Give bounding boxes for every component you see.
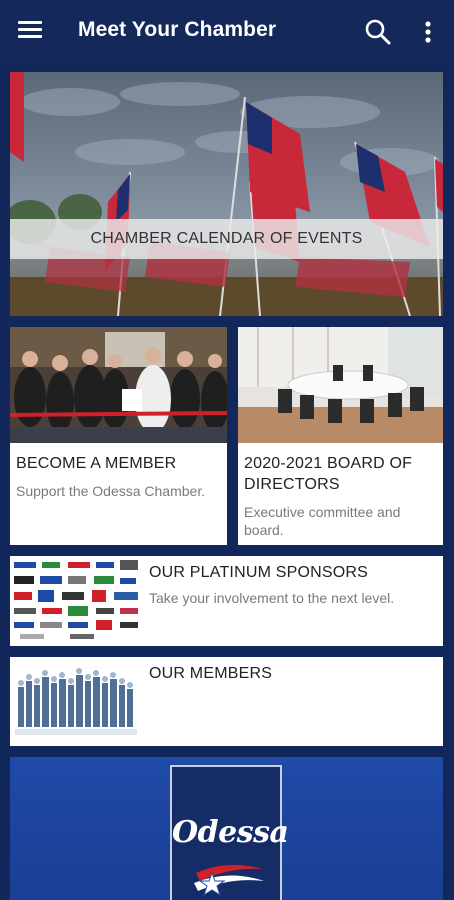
platinum-sponsors-card[interactable]: OUR PLATINUM SPONSORS Take your involvem… [10, 556, 443, 646]
become-member-title: BECOME A MEMBER [16, 455, 177, 472]
calendar-of-events-card[interactable]: CHAMBER CALENDAR OF EVENTS [10, 72, 443, 316]
board-title: 2020-2021 BOARD OF DIRECTORS [244, 455, 413, 493]
boardroom-photo [238, 327, 443, 443]
more-vert-icon[interactable] [418, 18, 438, 46]
platinum-sponsors-subtitle: Take your involvement to the next level. [149, 590, 395, 606]
our-members-title: OUR MEMBERS [149, 665, 273, 682]
texas-star-icon [194, 864, 264, 897]
menu-icon[interactable] [18, 21, 42, 41]
search-icon[interactable] [364, 18, 392, 46]
hero-banner: CHAMBER CALENDAR OF EVENTS [10, 219, 443, 259]
odessa-logo-text: Odessa [172, 815, 289, 850]
odessa-logo: Odessa [170, 765, 289, 900]
page-title: Meet Your Chamber [78, 18, 277, 41]
board-of-directors-card[interactable]: 2020-2021 BOARD OF DIRECTORS Executive c… [238, 327, 443, 545]
flags-photo [10, 72, 443, 316]
become-member-subtitle: Support the Odessa Chamber. [16, 483, 206, 499]
members-crowd-thumbnail [10, 657, 142, 746]
sponsor-logos-thumbnail [10, 556, 142, 646]
ribbon-cutting-photo [10, 327, 227, 443]
hero-label: CHAMBER CALENDAR OF EVENTS [90, 230, 363, 247]
our-members-card[interactable]: OUR MEMBERS [10, 657, 443, 746]
odessa-chamber-banner[interactable]: Odessa [10, 757, 443, 900]
app-bar: Meet Your Chamber [0, 0, 454, 62]
become-member-card[interactable]: BECOME A MEMBER Support the Odessa Chamb… [10, 327, 227, 545]
platinum-sponsors-title: OUR PLATINUM SPONSORS [149, 564, 369, 581]
board-subtitle: Executive committee and board. [244, 504, 401, 538]
